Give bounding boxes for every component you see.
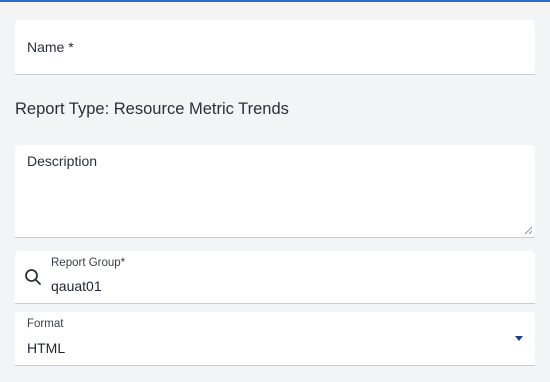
format-select[interactable]: Format HTML [15,312,535,366]
report-group-field[interactable]: Report Group* qauat01 [15,251,535,304]
format-label: Format [27,318,64,330]
description-field-label: Description [27,153,98,169]
report-type-text: Report Type: Resource Metric Trends [15,100,289,118]
top-accent-border [0,0,550,2]
description-textarea[interactable]: Description [15,145,535,238]
resize-handle-icon[interactable] [524,226,533,235]
report-group-label: Report Group* [51,257,126,269]
report-group-value: qauat01 [51,278,102,294]
name-field[interactable]: Name * [15,20,535,75]
name-field-label: Name * [27,39,74,55]
dropdown-caret-icon[interactable] [515,336,523,341]
format-value: HTML [27,340,66,356]
search-icon [25,269,41,285]
